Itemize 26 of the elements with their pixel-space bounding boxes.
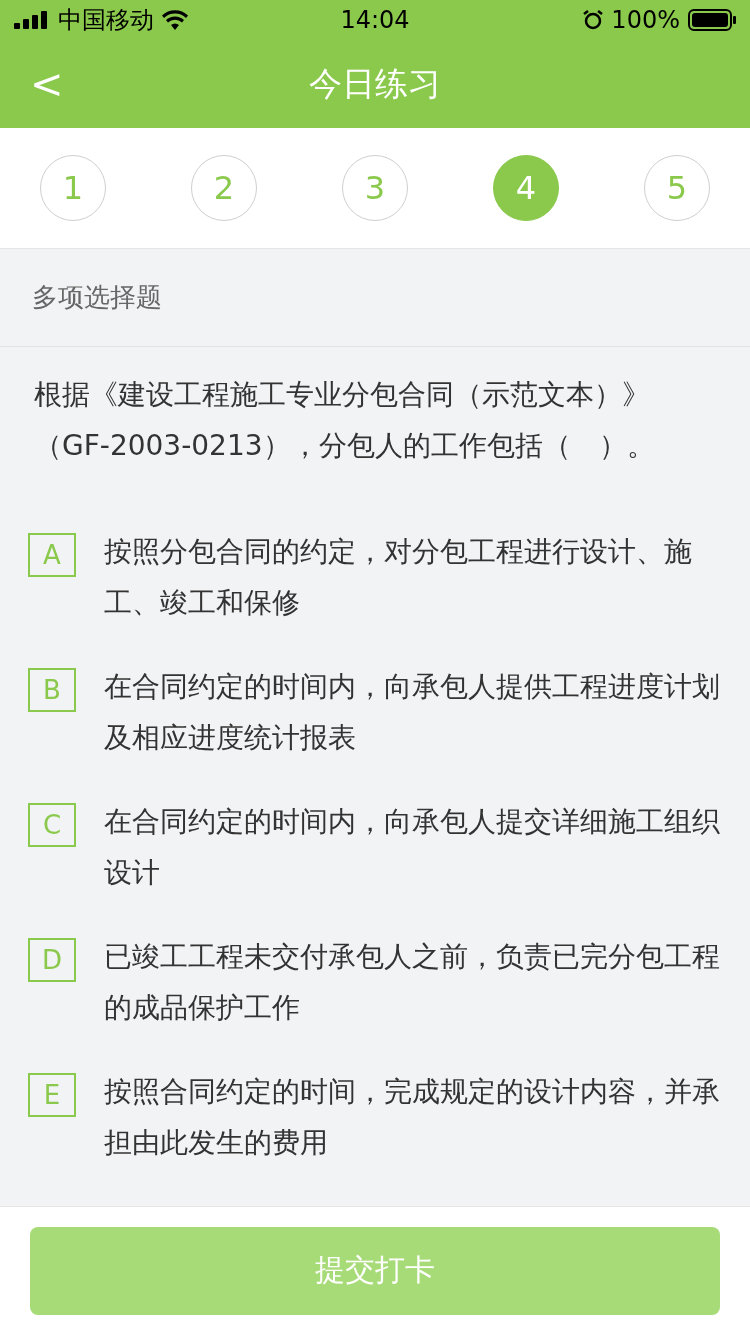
wifi-icon	[162, 10, 188, 30]
signal-icon	[14, 11, 50, 29]
question-text: 根据《建设工程施工专业分包合同（示范文本）》（GF-2003-0213），分包人的工作包括（ ）。	[34, 377, 656, 464]
option-text[interactable]: 在合同约定的时间内，向承包人提交详细施工组织设计	[104, 796, 722, 898]
option-letter[interactable]: D	[28, 938, 76, 982]
question-type: 多项选择题	[0, 249, 750, 347]
option-letter[interactable]: A	[28, 533, 76, 577]
option-letter[interactable]: B	[28, 668, 76, 712]
battery-icon	[688, 9, 736, 31]
question-number-tab[interactable]: 2	[191, 155, 257, 221]
question-number-tab[interactable]: 3	[342, 155, 408, 221]
option-text[interactable]: 按照分包合同的约定，对分包工程进行设计、施工、竣工和保修	[104, 526, 722, 628]
carrier-name: 中国移动	[58, 5, 154, 36]
question-number-tab[interactable]: 4	[493, 155, 559, 221]
question-number-tab[interactable]: 5	[644, 155, 710, 221]
battery-percent: 100%	[611, 6, 680, 34]
alarm-icon	[583, 10, 604, 30]
option-letter[interactable]: E	[28, 1073, 76, 1117]
option-text[interactable]: 在合同约定的时间内，向承包人提供工程进度计划及相应进度统计报表	[104, 661, 722, 763]
page-title: 今日练习	[309, 62, 441, 105]
option-text[interactable]: 已竣工工程未交付承包人之前，负责已完分包工程的成品保护工作	[104, 931, 722, 1033]
option-text[interactable]: 按照合同约定的时间，完成规定的设计内容，并承担由此发生的费用	[104, 1066, 722, 1168]
question-number-tab[interactable]: 1	[40, 155, 106, 221]
back-button[interactable]: <	[22, 62, 72, 106]
option-letter[interactable]: C	[28, 803, 76, 847]
clock-time: 14:04	[340, 6, 410, 34]
